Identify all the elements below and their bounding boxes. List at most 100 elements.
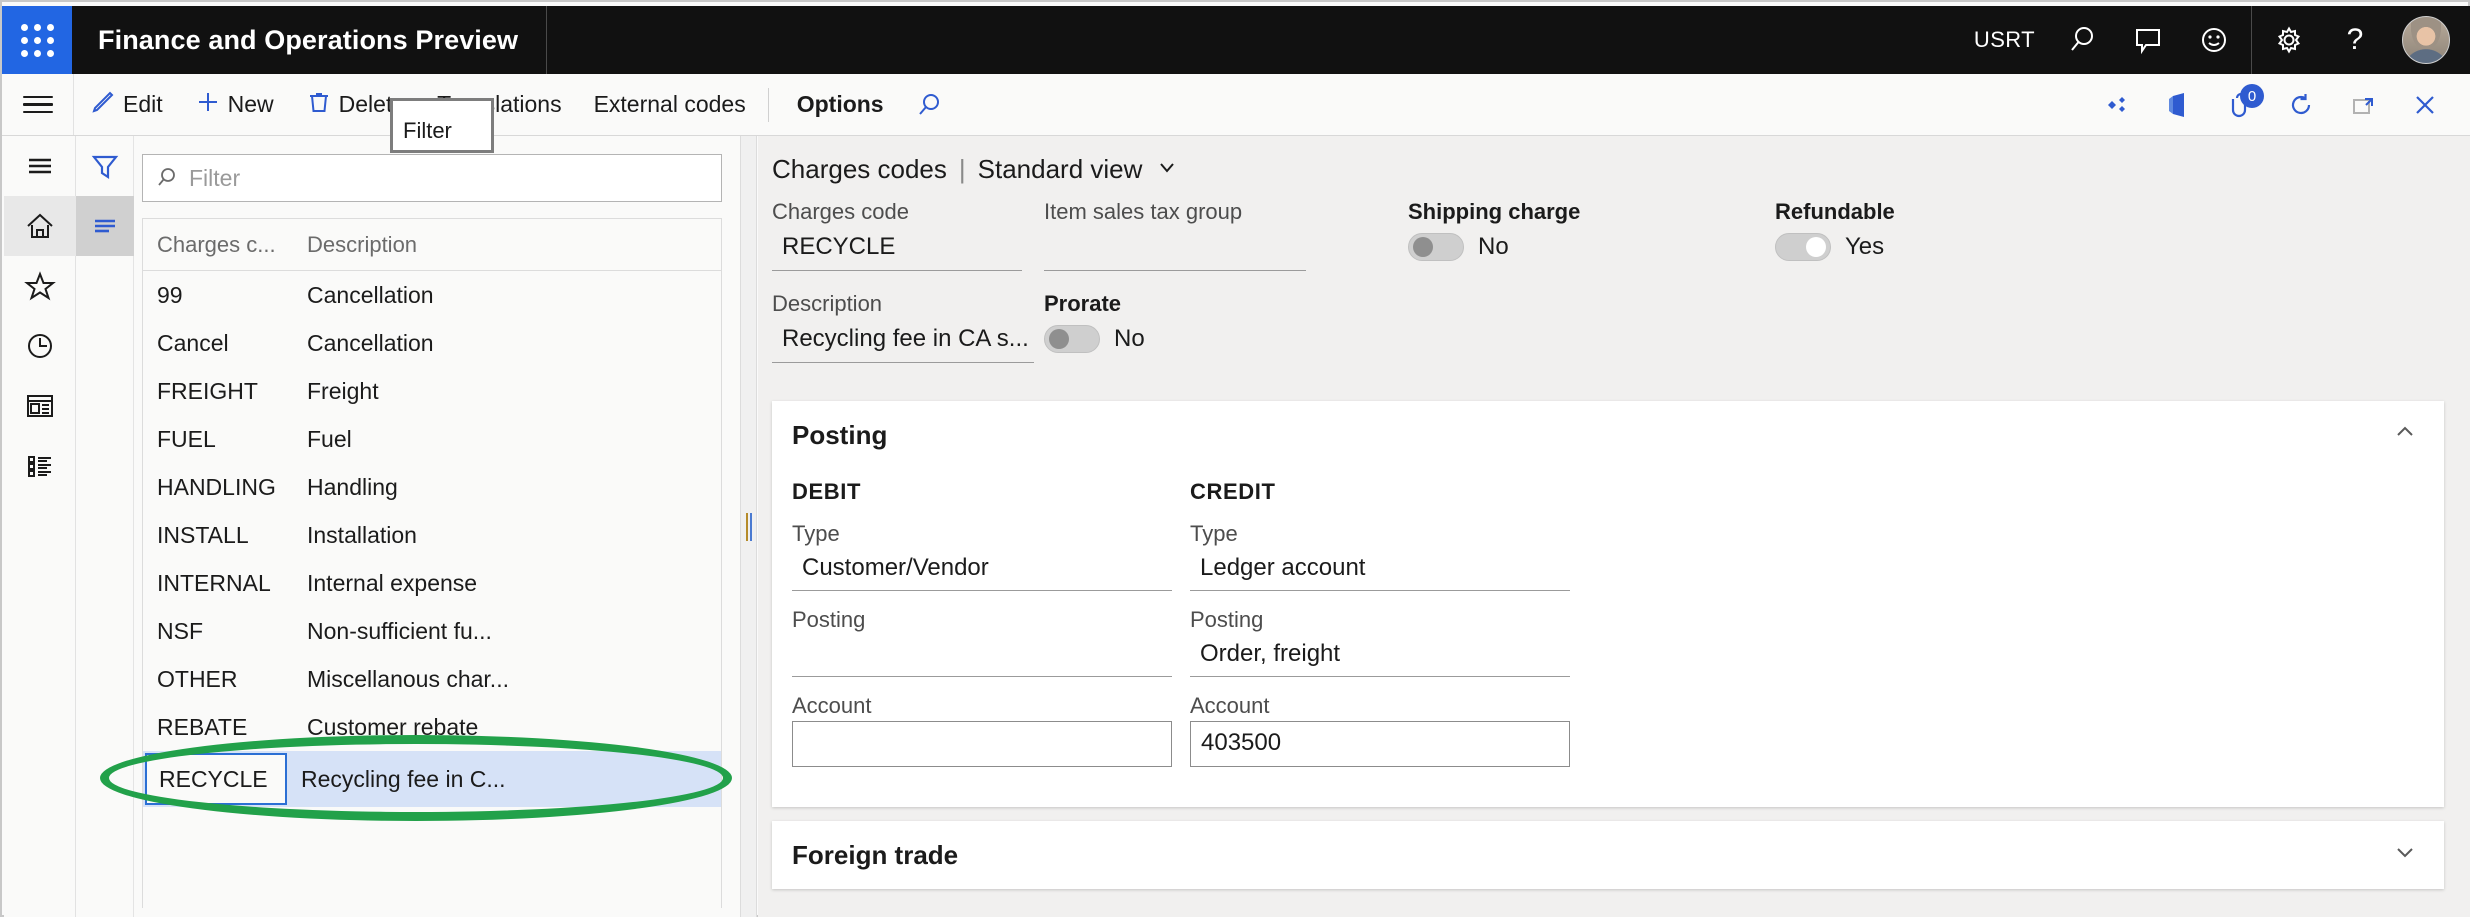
- help-icon[interactable]: ?: [2322, 6, 2388, 74]
- navigation-pane-toggle[interactable]: [2, 74, 74, 135]
- cell-code[interactable]: HANDLING: [143, 474, 293, 501]
- cell-description[interactable]: Cancellation: [293, 282, 721, 309]
- search-icon[interactable]: [2049, 6, 2115, 74]
- table-row[interactable]: OTHER Miscellanous char...: [143, 655, 721, 703]
- sidebar-item-modules[interactable]: [4, 436, 76, 496]
- cell-description[interactable]: Installation: [293, 522, 721, 549]
- new-button[interactable]: New: [179, 74, 290, 135]
- cell-description[interactable]: Fuel: [293, 426, 721, 453]
- cell-description[interactable]: Handling: [293, 474, 721, 501]
- view-selector[interactable]: Standard view: [978, 154, 1143, 185]
- chevron-up-icon[interactable]: [2392, 419, 2418, 452]
- credit-posting-input[interactable]: Order, freight: [1190, 635, 1570, 677]
- cell-description[interactable]: Miscellanous char...: [293, 666, 721, 693]
- field-item-sales-tax-group: Item sales tax group: [1044, 199, 1306, 271]
- field-label: Refundable: [1775, 199, 1895, 225]
- cell-description[interactable]: Freight: [293, 378, 721, 405]
- description-input[interactable]: Recycling fee in CA s...: [772, 321, 1034, 363]
- attachments-icon[interactable]: 0: [2210, 74, 2268, 135]
- table-row[interactable]: INSTALL Installation: [143, 511, 721, 559]
- cell-code[interactable]: NSF: [143, 618, 293, 645]
- posting-section-header[interactable]: Posting: [772, 401, 2444, 469]
- cell-description[interactable]: Recycling fee in C...: [287, 766, 721, 793]
- filter-field[interactable]: [142, 154, 722, 202]
- app-window: Finance and Operations Preview USRT: [0, 0, 2470, 917]
- column-header-description[interactable]: Description: [293, 232, 721, 258]
- charges-code-input[interactable]: RECYCLE: [772, 229, 1022, 271]
- cell-description[interactable]: Cancellation: [293, 330, 721, 357]
- debit-type-input[interactable]: Customer/Vendor: [792, 549, 1172, 591]
- office-icon[interactable]: [2148, 74, 2206, 135]
- top-navigation-bar: Finance and Operations Preview USRT: [2, 6, 2470, 74]
- posting-section-title: Posting: [792, 420, 887, 451]
- cell-code[interactable]: FREIGHT: [143, 378, 293, 405]
- edit-button[interactable]: Edit: [74, 74, 179, 135]
- sidebar-item-home[interactable]: [4, 196, 76, 256]
- shipping-charge-toggle[interactable]: [1408, 233, 1464, 261]
- refresh-icon[interactable]: [2272, 74, 2330, 135]
- chevron-down-icon[interactable]: [1156, 156, 1178, 184]
- close-icon[interactable]: [2396, 74, 2454, 135]
- cell-description[interactable]: Customer rebate: [293, 714, 721, 741]
- avatar[interactable]: [2402, 16, 2450, 64]
- cell-code[interactable]: OTHER: [143, 666, 293, 693]
- cell-code-active[interactable]: RECYCLE: [145, 753, 287, 805]
- cell-description[interactable]: Non-sufficient fu...: [293, 618, 721, 645]
- cell-code[interactable]: FUEL: [143, 426, 293, 453]
- table-row[interactable]: 99 Cancellation: [143, 271, 721, 319]
- field-charges-code: Charges code RECYCLE: [772, 199, 1022, 271]
- debit-posting-input[interactable]: [792, 635, 1172, 677]
- prorate-toggle[interactable]: [1044, 325, 1100, 353]
- options-button[interactable]: Options: [775, 74, 900, 135]
- field-label: Item sales tax group: [1044, 199, 1306, 225]
- feedback-icon[interactable]: [2115, 6, 2181, 74]
- field-debit-type: Type Customer/Vendor: [792, 521, 1172, 591]
- foreign-trade-section-header[interactable]: Foreign trade: [772, 821, 2444, 889]
- sidebar-item-navigation-menu[interactable]: [4, 136, 76, 196]
- credit-type-input[interactable]: Ledger account: [1190, 549, 1570, 591]
- filter-input[interactable]: [189, 165, 709, 192]
- table-row[interactable]: HANDLING Handling: [143, 463, 721, 511]
- table-row[interactable]: INTERNAL Internal expense: [143, 559, 721, 607]
- sidebar-item-workspaces[interactable]: [4, 376, 76, 436]
- app-launcher-button[interactable]: [2, 6, 72, 74]
- cell-description[interactable]: Internal expense: [293, 570, 721, 597]
- sidebar-item-favorites[interactable]: [4, 256, 76, 316]
- popout-icon[interactable]: [2334, 74, 2392, 135]
- field-label: Posting: [792, 607, 1172, 633]
- field-label: Shipping charge: [1408, 199, 1580, 225]
- share-icon[interactable]: [2086, 74, 2144, 135]
- external-codes-button[interactable]: External codes: [578, 74, 762, 135]
- cell-code[interactable]: INSTALL: [143, 522, 293, 549]
- table-row[interactable]: Cancel Cancellation: [143, 319, 721, 367]
- credit-account-input[interactable]: 403500: [1190, 721, 1570, 767]
- table-row[interactable]: FUEL Fuel: [143, 415, 721, 463]
- list-lines-button[interactable]: [76, 196, 134, 256]
- table-row[interactable]: NSF Non-sufficient fu...: [143, 607, 721, 655]
- column-header-charges-code[interactable]: Charges c...: [143, 232, 293, 258]
- item-sales-tax-group-input[interactable]: [1044, 229, 1306, 271]
- company-selector[interactable]: USRT: [1960, 6, 2049, 74]
- panel-splitter[interactable]: [741, 136, 757, 917]
- filter-funnel-button[interactable]: [76, 136, 134, 196]
- field-label: Type: [792, 521, 1172, 547]
- smiley-icon[interactable]: [2181, 6, 2247, 74]
- chevron-down-icon[interactable]: [2392, 839, 2418, 872]
- breadcrumb-title[interactable]: Charges codes: [772, 154, 947, 185]
- table-row[interactable]: REBATE Customer rebate: [143, 703, 721, 751]
- cell-code[interactable]: Cancel: [143, 330, 293, 357]
- debit-account-input[interactable]: [792, 721, 1172, 767]
- grid-header-row: Charges c... Description: [143, 219, 721, 271]
- cell-code[interactable]: REBATE: [143, 714, 293, 741]
- cell-code[interactable]: 99: [143, 282, 293, 309]
- cell-code[interactable]: INTERNAL: [143, 570, 293, 597]
- table-row-selected[interactable]: RECYCLE Recycling fee in C...: [143, 751, 721, 807]
- sidebar-item-recent[interactable]: [4, 316, 76, 376]
- table-row[interactable]: FREIGHT Freight: [143, 367, 721, 415]
- prorate-state: No: [1114, 325, 1145, 353]
- settings-gear-icon[interactable]: [2256, 6, 2322, 74]
- action-pane-search-icon[interactable]: [900, 74, 958, 135]
- debit-heading: DEBIT: [792, 479, 1172, 505]
- refundable-toggle[interactable]: [1775, 233, 1831, 261]
- field-credit-account: Account 403500: [1190, 693, 1570, 767]
